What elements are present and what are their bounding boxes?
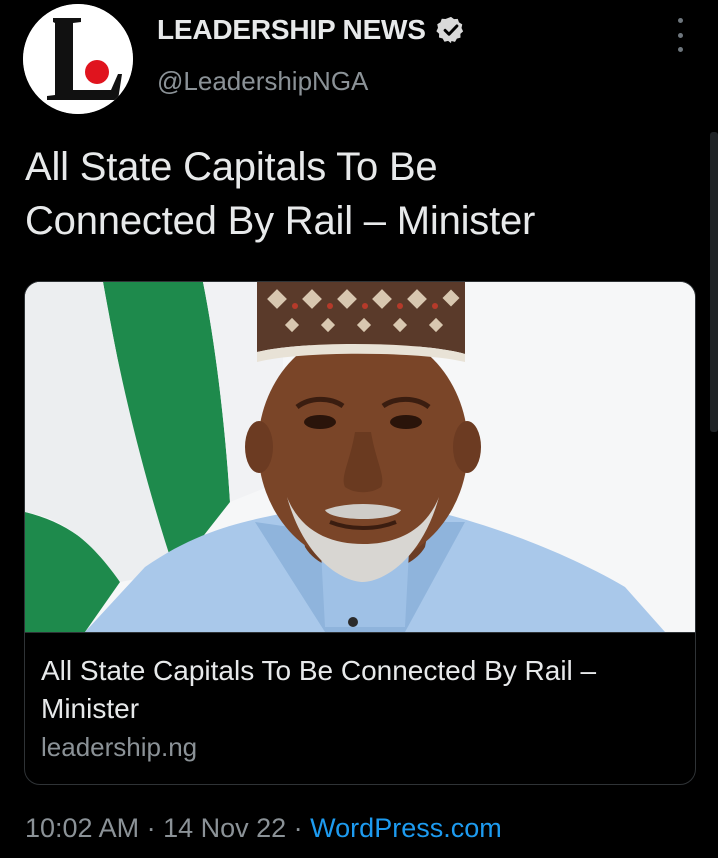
- card-domain: leadership.ng: [41, 732, 198, 762]
- card-title[interactable]: All State Capitals To Be Connected By Ra…: [41, 652, 671, 728]
- more-dot: [677, 18, 683, 23]
- more-dot: [677, 32, 683, 38]
- more-options-icon[interactable]: [668, 18, 692, 52]
- meta-separator: ·: [286, 813, 311, 843]
- card-title-line: All State Capitals To Be Connected By Ra…: [41, 655, 597, 686]
- leadership-logo: [23, 4, 133, 114]
- account-handle[interactable]: @LeadershipNGA: [157, 66, 368, 97]
- more-dot: [677, 47, 683, 52]
- account-name-row: LEADERSHIP NEWS: [157, 14, 466, 46]
- scrollbar[interactable]: [710, 132, 718, 432]
- tweet-metadata: 10:02 AM · 14 Nov 22 · WordPress.com: [25, 813, 502, 844]
- meta-separator: ·: [139, 813, 164, 843]
- tweet-text-line: All State Capitals To Be: [25, 145, 438, 189]
- tweet-time[interactable]: 10:02 AM: [25, 813, 139, 843]
- card-title-line: Minister: [41, 693, 140, 724]
- tweet-header: LEADERSHIP NEWS @LeadershipNGA: [0, 0, 718, 120]
- tweet-source-link[interactable]: WordPress.com: [310, 813, 502, 843]
- account-display-name[interactable]: LEADERSHIP NEWS: [157, 14, 426, 46]
- card-image-minister-photo[interactable]: [25, 282, 695, 632]
- card-divider: [25, 632, 695, 633]
- verified-badge-icon: [436, 15, 466, 45]
- tweet-date[interactable]: 14 Nov 22: [163, 813, 286, 843]
- tweet-text: All State Capitals To Be Connected By Ra…: [25, 140, 685, 248]
- link-preview-card[interactable]: All State Capitals To Be Connected By Ra…: [24, 281, 696, 785]
- account-avatar[interactable]: [23, 4, 133, 114]
- tweet-detail-view: LEADERSHIP NEWS @LeadershipNGA All State…: [0, 0, 718, 858]
- tweet-text-line: Connected By Rail – Minister: [25, 199, 536, 243]
